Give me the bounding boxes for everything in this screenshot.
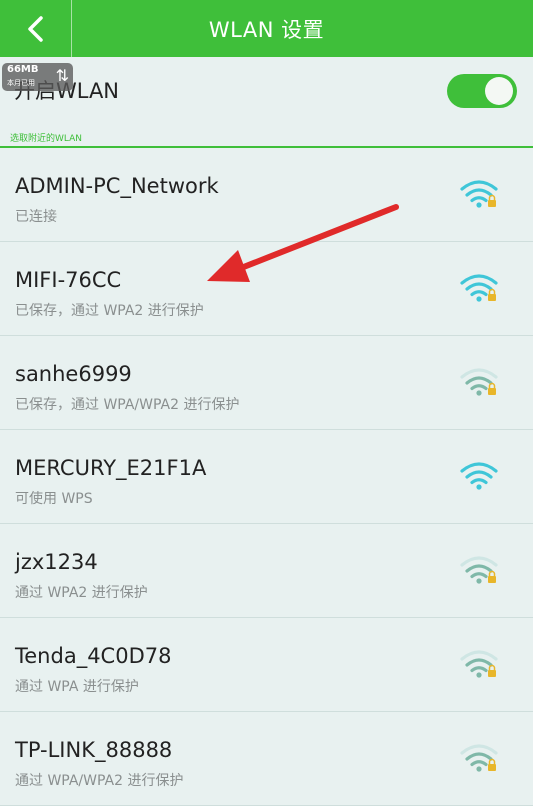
page-title: WLAN 设置 — [208, 17, 325, 42]
data-usage-badge[interactable]: 66MB 本月已用 ⇅ — [2, 63, 73, 91]
network-status: 已连接 — [15, 209, 57, 225]
network-item[interactable]: sanhe6999 已保存，通过 WPA/WPA2 进行保护 — [0, 336, 533, 430]
wifi-lock-icon — [460, 556, 498, 584]
network-name: sanhe6999 — [15, 362, 132, 386]
network-status: 通过 WPA2 进行保护 — [15, 585, 148, 601]
network-status: 通过 WPA 进行保护 — [15, 679, 139, 695]
network-status: 通过 WPA/WPA2 进行保护 — [15, 773, 184, 789]
network-list: ADMIN-PC_Network 已连接 MIFI-76CC 已保存，通过 WPA2 … — [0, 148, 533, 806]
network-name: Tenda_4C0D78 — [15, 644, 172, 668]
wifi-lock-icon — [460, 744, 498, 772]
network-name: ADMIN-PC_Network — [15, 174, 219, 198]
section-label: 选取附近的WLAN — [10, 134, 83, 144]
network-name: MERCURY_E21F1A — [15, 456, 207, 480]
wlan-toggle-switch[interactable] — [447, 74, 517, 108]
wifi-icon — [460, 462, 498, 490]
network-name: jzx1234 — [15, 550, 98, 574]
wifi-lock-icon — [460, 180, 498, 208]
network-item[interactable]: TP-LINK_88888 通过 WPA/WPA2 进行保护 — [0, 712, 533, 806]
network-name: TP-LINK_88888 — [15, 738, 173, 762]
toggle-knob — [485, 77, 513, 105]
wifi-lock-icon — [460, 274, 498, 302]
wlan-toggle-row: 开启WLAN — [0, 57, 533, 127]
data-usage-caption: 本月已用 — [7, 79, 35, 87]
back-button[interactable] — [0, 0, 72, 57]
wifi-lock-icon — [460, 650, 498, 678]
transfer-arrows-icon: ⇅ — [55, 66, 69, 85]
network-item[interactable]: MIFI-76CC 已保存，通过 WPA2 进行保护 — [0, 242, 533, 336]
network-status: 已保存，通过 WPA2 进行保护 — [15, 303, 204, 319]
network-item[interactable]: MERCURY_E21F1A 可使用 WPS — [0, 430, 533, 524]
network-status: 已保存，通过 WPA/WPA2 进行保护 — [15, 397, 240, 413]
network-item[interactable]: jzx1234 通过 WPA2 进行保护 — [0, 524, 533, 618]
network-status: 可使用 WPS — [15, 491, 93, 507]
data-usage-size: 66MB — [7, 64, 39, 75]
wifi-lock-icon — [460, 368, 498, 396]
chevron-left-icon — [27, 15, 43, 42]
app-header: WLAN 设置 — [0, 0, 533, 57]
network-item[interactable]: ADMIN-PC_Network 已连接 — [0, 148, 533, 242]
network-name: MIFI-76CC — [15, 268, 122, 292]
network-item[interactable]: Tenda_4C0D78 通过 WPA 进行保护 — [0, 618, 533, 712]
